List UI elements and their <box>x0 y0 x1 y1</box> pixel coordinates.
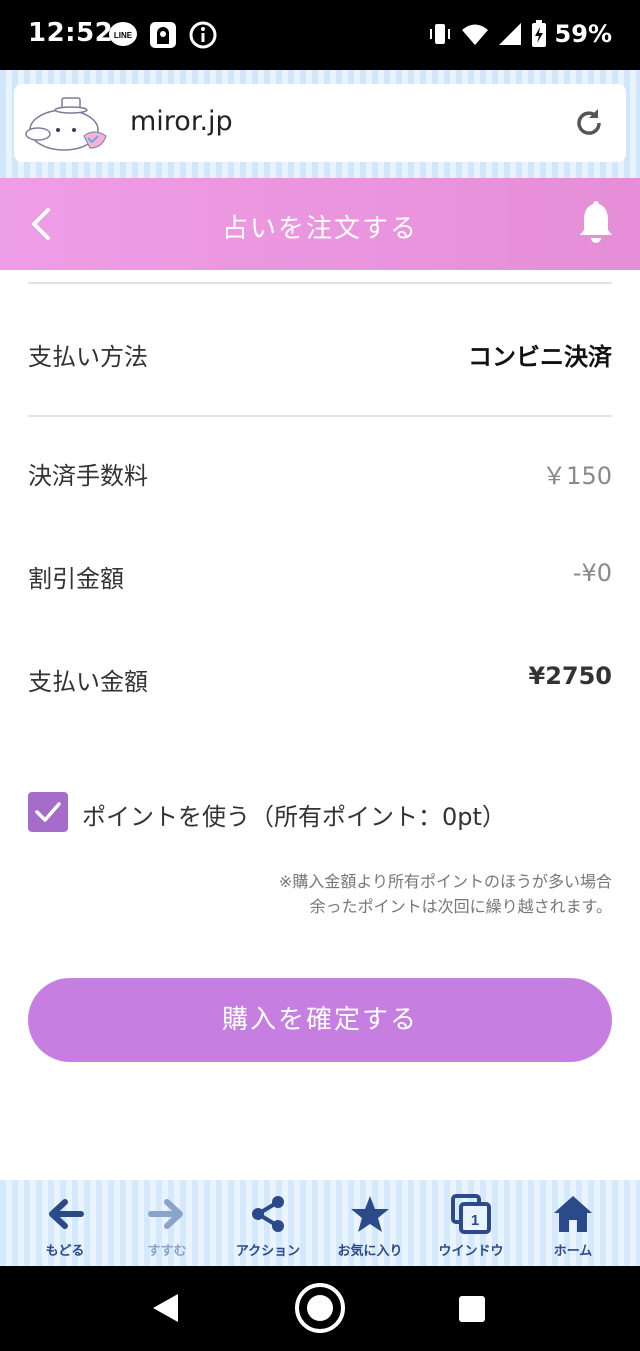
toolbar-favorites-label: お気に入り <box>337 1244 403 1259</box>
svg-text:LINE: LINE <box>114 31 133 40</box>
payment-method-label: 支払い方法 <box>28 343 148 371</box>
battery-percent: 59% <box>554 20 612 48</box>
windows-icon: 1 <box>451 1194 491 1234</box>
discount-label: 割引金額 <box>28 565 124 593</box>
bell-icon[interactable] <box>576 200 616 246</box>
battery-charging-icon <box>531 20 546 47</box>
page-title: 占いを注文する <box>221 214 418 244</box>
toolbar-home-label: ホーム <box>553 1244 593 1259</box>
toolbar-action-label: アクション <box>235 1244 301 1259</box>
status-time: 12:52 <box>28 18 114 48</box>
toolbar-forward-button[interactable]: すすむ <box>115 1180 219 1266</box>
toolbar-back-label: もどる <box>45 1244 85 1259</box>
points-note-line2: 余ったポイントは次回に繰り越されます。 <box>309 897 612 916</box>
browser-header: miror.jp <box>0 70 640 178</box>
toolbar-window-button[interactable]: 1 ウインドウ <box>419 1180 523 1266</box>
home-icon <box>554 1196 592 1232</box>
signal-icon <box>498 23 521 45</box>
arrow-right-icon <box>148 1199 183 1229</box>
status-bar: 12:52 LINE 59% <box>0 0 640 70</box>
toolbar-back-button[interactable]: もどる <box>13 1180 117 1266</box>
share-icon <box>252 1196 284 1232</box>
browser-toolbar: もどる すすむ アクション お気に入り 1 ウインドウ ホーム <box>0 1180 640 1266</box>
page-header: 占いを注文する <box>0 178 640 270</box>
divider <box>28 282 612 284</box>
address-bar[interactable]: miror.jp <box>14 84 626 162</box>
toolbar-action-button[interactable]: アクション <box>216 1180 320 1266</box>
vibrate-icon <box>429 24 450 44</box>
window-count: 1 <box>471 1212 479 1229</box>
reload-icon[interactable] <box>572 106 606 140</box>
total-label: 支払い金額 <box>28 668 148 696</box>
status-icons-right: 59% <box>427 20 612 48</box>
toolbar-window-label: ウインドウ <box>438 1244 504 1259</box>
nav-home-icon[interactable] <box>294 1282 346 1334</box>
toolbar-home-button[interactable]: ホーム <box>521 1180 625 1266</box>
toolbar-favorites-button[interactable]: お気に入り <box>318 1180 422 1266</box>
confirm-purchase-button[interactable]: 購入を確定する <box>28 978 612 1062</box>
checkmark-icon <box>35 802 61 822</box>
fee-label: 決済手数料 <box>28 462 148 490</box>
arrow-left-icon <box>49 1199 84 1229</box>
wifi-icon <box>461 24 488 45</box>
site-logo-icon <box>25 97 107 151</box>
nav-recents-icon[interactable] <box>458 1295 486 1323</box>
total-value: ¥2750 <box>528 662 613 690</box>
fee-value: ￥150 <box>542 462 612 490</box>
status-icons-left: LINE <box>108 20 218 50</box>
url-text: miror.jp <box>130 106 233 137</box>
divider <box>28 415 612 417</box>
info-icon <box>189 21 217 49</box>
use-points-label[interactable]: ポイントを使う（所有ポイント：0pt） <box>82 797 506 832</box>
app-notification-icon <box>150 22 176 48</box>
nav-back-icon[interactable] <box>150 1292 180 1324</box>
use-points-checkbox[interactable] <box>28 792 68 832</box>
payment-method-value: コンビニ決済 <box>468 343 612 371</box>
line-icon: LINE <box>109 22 137 46</box>
discount-value: -¥0 <box>572 559 612 587</box>
star-icon <box>351 1196 389 1232</box>
toolbar-forward-label: すすむ <box>147 1244 187 1259</box>
points-note-line1: ※購入金額より所有ポイントのほうが多い場合 <box>278 872 612 891</box>
system-nav-bar <box>0 1266 640 1351</box>
